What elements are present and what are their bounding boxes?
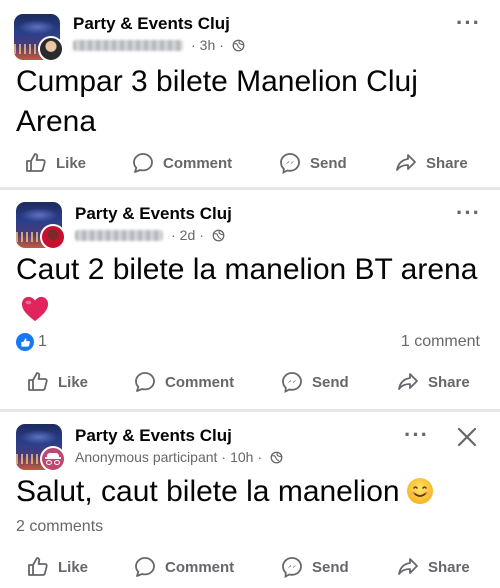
post-meta: · 2d · <box>75 227 225 243</box>
smiling-face-emoji <box>406 478 433 504</box>
action-bar: Like Comment Send Share <box>0 370 500 400</box>
more-options-icon[interactable]: ··· <box>404 424 429 446</box>
globe-icon <box>232 39 245 51</box>
post-time[interactable]: 10h <box>230 449 253 465</box>
comment-button[interactable]: Comment <box>133 555 234 579</box>
post-3: Party & Events Cluj Anonymous participan… <box>0 412 500 588</box>
post-meta: · 3h · <box>73 37 245 53</box>
messenger-icon <box>280 153 300 175</box>
post-time[interactable]: 3h <box>200 37 216 53</box>
author-name-blurred[interactable] <box>73 39 183 51</box>
comment-button[interactable]: Comment <box>133 370 234 394</box>
thumbs-up-icon <box>26 153 46 172</box>
reaction-count: 1 <box>38 333 47 350</box>
close-icon[interactable] <box>456 426 478 448</box>
action-bar: Like Comment Send Share <box>0 555 500 585</box>
post-time[interactable]: 2d <box>180 227 196 243</box>
action-bar: Like Comment Send Share <box>0 151 500 181</box>
thumbs-up-icon <box>28 557 48 576</box>
post-text: Salut, caut bilete la manelion <box>16 472 486 512</box>
share-button[interactable]: Share <box>396 370 470 394</box>
comment-bubble-icon <box>133 153 153 173</box>
send-button[interactable]: Send <box>280 555 349 579</box>
comments-count[interactable]: 1 comment <box>401 333 480 351</box>
group-name[interactable]: Party & Events Cluj <box>75 426 232 446</box>
messenger-icon <box>282 372 302 394</box>
group-avatar[interactable] <box>16 424 66 472</box>
like-button[interactable]: Like <box>26 555 88 579</box>
more-options-icon[interactable]: ··· <box>456 12 481 34</box>
author-avatar[interactable] <box>38 36 64 62</box>
like-reaction-icon <box>16 333 34 351</box>
group-avatar[interactable] <box>14 14 64 62</box>
group-name[interactable]: Party & Events Cluj <box>73 14 230 34</box>
anonymous-avatar <box>40 446 66 472</box>
post-1: Party & Events Cluj · 3h · ··· Cumpar 3 … <box>0 0 500 188</box>
post-2: Party & Events Cluj · 2d · ··· Caut 2 bi… <box>0 190 500 410</box>
share-arrow-icon <box>398 373 418 390</box>
share-button[interactable]: Share <box>396 555 470 579</box>
send-button[interactable]: Send <box>278 151 347 175</box>
comment-button[interactable]: Comment <box>131 151 232 175</box>
group-name[interactable]: Party & Events Cluj <box>75 204 232 224</box>
globe-icon <box>270 451 283 463</box>
author-avatar[interactable] <box>40 224 66 250</box>
share-arrow-icon <box>398 558 418 575</box>
share-button[interactable]: Share <box>394 151 468 175</box>
group-avatar[interactable] <box>16 202 66 250</box>
red-heart-emoji <box>21 296 49 322</box>
share-arrow-icon <box>396 154 416 171</box>
like-button[interactable]: Like <box>24 151 86 175</box>
send-button[interactable]: Send <box>280 370 349 394</box>
messenger-icon <box>282 557 302 579</box>
post-text: Caut 2 bilete la manelion BT arena <box>16 250 486 330</box>
incognito-icon <box>45 453 61 465</box>
comment-bubble-icon <box>135 372 155 392</box>
more-options-icon[interactable]: ··· <box>456 202 481 224</box>
author-name: Anonymous participant <box>75 449 218 465</box>
globe-icon <box>212 229 225 241</box>
post-meta: Anonymous participant · 10h · <box>75 449 283 465</box>
post-text: Cumpar 3 bilete Manelion Cluj Arena <box>16 65 418 138</box>
reaction-summary[interactable]: 1 <box>16 333 47 351</box>
comment-bubble-icon <box>135 557 155 577</box>
thumbs-up-icon <box>28 372 48 391</box>
like-button[interactable]: Like <box>26 370 88 394</box>
comments-count[interactable]: 2 comments <box>16 518 103 536</box>
author-name-blurred[interactable] <box>75 229 163 241</box>
